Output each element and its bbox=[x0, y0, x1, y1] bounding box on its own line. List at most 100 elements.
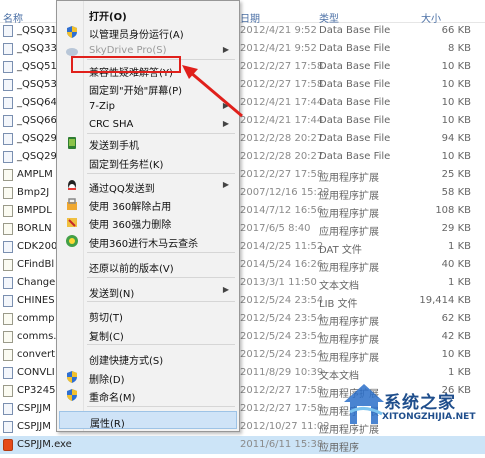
menu-item[interactable]: 还原以前的版本(V) bbox=[59, 257, 237, 275]
file-name: _QSQ33 bbox=[17, 43, 57, 54]
watermark-text: 系统之家 bbox=[384, 393, 456, 413]
menu-item[interactable]: 剪切(T) bbox=[59, 306, 237, 324]
menu-item[interactable]: 固定到任务栏(K) bbox=[59, 153, 237, 171]
file-size: 94 KB bbox=[441, 133, 471, 144]
file-type: LIB 文件 bbox=[319, 299, 358, 310]
file-icon bbox=[3, 79, 13, 91]
file-name: comms. bbox=[17, 331, 57, 342]
file-date: 2012/2/27 17:58 bbox=[240, 169, 324, 180]
shield-icon bbox=[65, 388, 79, 402]
file-type: Data Base File bbox=[319, 151, 391, 162]
file-icon bbox=[3, 151, 13, 163]
menu-item[interactable]: 使用 360强力删除 bbox=[59, 213, 237, 231]
file-size: 42 KB bbox=[441, 331, 471, 342]
menu-item[interactable]: 属性(R) bbox=[59, 411, 237, 430]
file-type: Data Base File bbox=[319, 79, 391, 90]
dll-icon bbox=[3, 205, 13, 217]
file-name: AMPLM bbox=[17, 169, 53, 180]
file-size: 58 KB bbox=[441, 187, 471, 198]
file-type: 应用程序扩展 bbox=[319, 227, 379, 238]
menu-item-label: 使用 360强力删除 bbox=[89, 220, 172, 231]
menu-item-label: 创建快捷方式(S) bbox=[89, 356, 164, 367]
file-name: BORLN bbox=[17, 223, 52, 234]
menu-item[interactable]: 打开(O) bbox=[59, 5, 237, 23]
file-type: DAT 文件 bbox=[319, 245, 362, 256]
submenu-arrow-icon: ▶ bbox=[222, 285, 229, 294]
menu-item[interactable]: 发送到(N) ▶ bbox=[59, 282, 237, 300]
file-date: 2012/2/28 20:27 bbox=[240, 133, 324, 144]
menu-item[interactable]: 使用360进行木马云查杀 bbox=[59, 232, 237, 250]
menu-item-label: 属性(R) bbox=[90, 419, 125, 430]
shield-icon bbox=[65, 25, 79, 39]
file-date: 2014/5/24 16:26 bbox=[240, 259, 324, 270]
file-type: 应用程序扩展 bbox=[319, 173, 379, 184]
file-type: Data Base File bbox=[319, 61, 391, 72]
menu-item[interactable]: 创建快捷方式(S) bbox=[59, 349, 237, 367]
dll-icon bbox=[3, 223, 13, 235]
file-size: 10 KB bbox=[441, 151, 471, 162]
dll-icon bbox=[3, 385, 13, 397]
file-type: 应用程序扩展 bbox=[319, 263, 379, 274]
menu-item[interactable]: 删除(D) bbox=[59, 368, 237, 386]
file-icon bbox=[3, 241, 13, 253]
file-size: 25 KB bbox=[441, 169, 471, 180]
file-name: _QSQ29 bbox=[17, 133, 57, 144]
file-type: Data Base File bbox=[319, 25, 391, 36]
menu-separator bbox=[87, 252, 235, 253]
file-name: _QSQ29 bbox=[17, 151, 57, 162]
dll-icon bbox=[3, 169, 13, 181]
menu-item[interactable]: 使用 360解除占用 bbox=[59, 195, 237, 213]
file-icon bbox=[3, 277, 13, 289]
scan-360-icon bbox=[65, 234, 79, 248]
menu-item[interactable]: 重命名(M) bbox=[59, 386, 237, 404]
dll-icon bbox=[3, 187, 13, 199]
menu-item-label: 发送到手机 bbox=[89, 141, 139, 152]
menu-item[interactable]: 发送到手机 bbox=[59, 134, 237, 152]
file-size: 108 KB bbox=[435, 205, 471, 216]
file-name: CDK200 bbox=[17, 241, 58, 252]
file-size: 29 KB bbox=[441, 223, 471, 234]
qq-icon bbox=[65, 179, 79, 193]
file-name: CSPJJM bbox=[17, 421, 51, 432]
menu-item[interactable]: 通过QQ发送到 ▶ bbox=[59, 177, 237, 195]
file-date: 2012/4/21 9:52 bbox=[240, 43, 317, 54]
file-type: 应用程序扩展 bbox=[319, 209, 379, 220]
file-date: 2012/2/27 17:58 bbox=[240, 385, 324, 396]
file-size: 62 KB bbox=[441, 313, 471, 324]
menu-item-label: 通过QQ发送到 bbox=[89, 184, 155, 195]
file-size: 10 KB bbox=[441, 61, 471, 72]
file-name: CFindBl bbox=[17, 259, 55, 270]
file-date: 2011/6/11 15:38 bbox=[240, 439, 324, 450]
file-date: 2012/5/24 23:54 bbox=[240, 295, 324, 306]
file-date: 2012/2/27 17:58 bbox=[240, 403, 324, 414]
menu-item[interactable]: 复制(C) bbox=[59, 325, 237, 343]
file-type: 文本文档 bbox=[319, 281, 359, 292]
file-size: 10 KB bbox=[441, 79, 471, 90]
dll-icon bbox=[3, 349, 13, 361]
submenu-arrow-icon: ▶ bbox=[222, 180, 229, 189]
file-name: _QSQ66 bbox=[17, 115, 57, 126]
dll-icon bbox=[3, 331, 13, 343]
file-type: Data Base File bbox=[319, 133, 391, 144]
menu-item-label: 复制(C) bbox=[89, 332, 124, 343]
menu-separator bbox=[87, 277, 235, 278]
file-date: 2012/2/28 20:27 bbox=[240, 151, 324, 162]
menu-item[interactable]: 以管理员身份运行(A) bbox=[59, 23, 237, 41]
file-name: _QSQ31 bbox=[17, 25, 57, 36]
file-date: 2012/4/21 17:44 bbox=[240, 115, 324, 126]
file-icon bbox=[3, 421, 13, 433]
file-date: 2012/4/21 9:52 bbox=[240, 25, 317, 36]
menu-item-label: 7-Zip bbox=[89, 101, 115, 112]
menu-item-label: 固定到"开始"屏幕(P) bbox=[89, 86, 183, 97]
file-size: 19,414 KB bbox=[419, 295, 471, 306]
file-name: convert bbox=[17, 349, 56, 360]
dll-icon bbox=[3, 313, 13, 325]
file-type: Data Base File bbox=[319, 43, 391, 54]
file-icon bbox=[3, 97, 13, 109]
file-date: 2007/12/16 15:22 bbox=[240, 187, 330, 198]
file-date: 2012/4/21 17:44 bbox=[240, 97, 324, 108]
dll-icon bbox=[3, 259, 13, 271]
file-name: commp bbox=[17, 313, 55, 324]
menu-separator bbox=[87, 344, 235, 345]
file-name: CP3245 bbox=[17, 385, 56, 396]
